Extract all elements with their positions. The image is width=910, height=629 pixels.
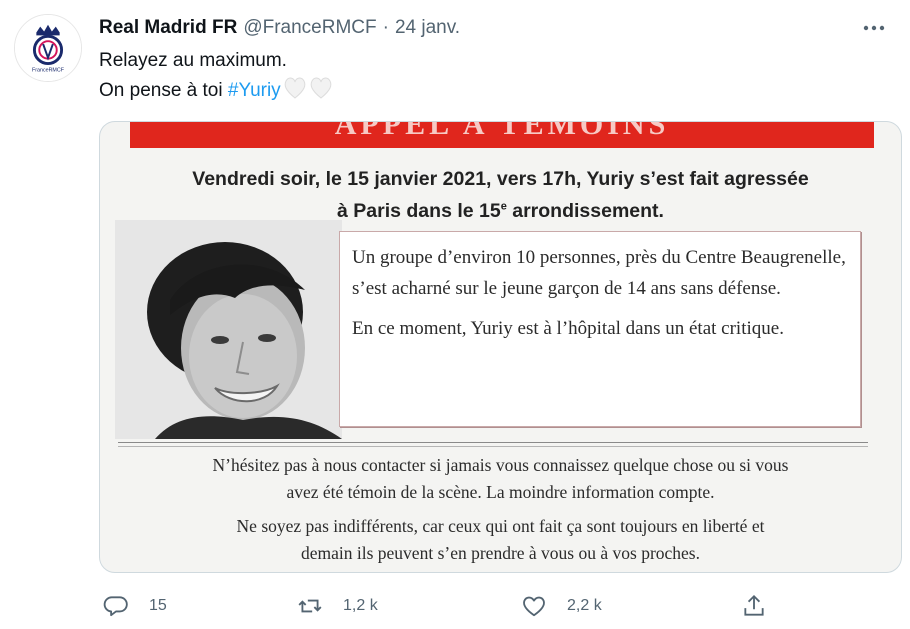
headline-line-2-a: à Paris dans le 15 (337, 200, 501, 222)
avatar[interactable]: FranceRMCF (14, 14, 82, 82)
headline-line-1: Vendredi soir, le 15 janvier 2021, vers … (192, 168, 809, 190)
reply-button[interactable]: 15 (103, 588, 167, 624)
info-paragraph-2: En ce moment, Yuriy est à l’hôpital dans… (352, 318, 784, 339)
real-madrid-crest-icon: FranceRMCF (15, 15, 81, 81)
info-paragraph-1: Un groupe d’environ 10 personnes, près d… (352, 247, 846, 299)
retweet-icon (297, 593, 323, 619)
red-banner: APPEL À TÉMOINS (130, 122, 874, 148)
footer-paragraph-1: N’hésitez pas à nous contacter si jamais… (100, 452, 901, 506)
author-name[interactable]: Real Madrid FR (99, 17, 237, 39)
separator-dot: · (382, 17, 389, 38)
media-image[interactable]: APPEL À TÉMOINS Vendredi soir, le 15 jan… (99, 121, 902, 573)
tweet-text-line-1: Relayez au maximum. (99, 50, 287, 71)
reply-icon (103, 593, 129, 619)
tweet-text: Relayez au maximum. On pense à toi #Yuri… (99, 46, 335, 110)
hashtag-link[interactable]: #Yuriy (228, 80, 281, 101)
portrait-photo (115, 220, 342, 439)
white-heart-icon (283, 76, 335, 110)
tweet-header: Real Madrid FR @FranceRMCF · 24 janv. (99, 14, 896, 42)
info-box: Un groupe d’environ 10 personnes, près d… (339, 231, 861, 427)
tweet-text-prefix: On pense à toi (99, 80, 228, 101)
headline-line-2-b: arrondissement. (506, 200, 664, 222)
footer-p1-line-1: N’hésitez pas à nous contacter si jamais… (212, 455, 789, 475)
tweet-date[interactable]: 24 janv. (395, 17, 460, 39)
tweet-text-line-2: On pense à toi #Yuriy (99, 76, 335, 110)
divider (118, 446, 868, 447)
like-count: 2,2 k (567, 597, 602, 614)
avatar-caption: FranceRMCF (32, 67, 65, 73)
ellipsis-icon[interactable] (860, 18, 888, 38)
share-button[interactable] (741, 588, 767, 624)
banner-text: APPEL À TÉMOINS (334, 122, 670, 141)
share-icon (741, 593, 767, 619)
author-handle[interactable]: @FranceRMCF (243, 17, 376, 39)
like-icon (521, 593, 547, 619)
tweet-actions: 15 1,2 k 2,2 k (99, 588, 789, 624)
footer-paragraph-2: Ne soyez pas indifférents, car ceux qui … (100, 513, 901, 567)
footer-p1-line-2: avez été témoin de la scène. La moindre … (286, 482, 715, 502)
reply-count: 15 (149, 597, 167, 614)
retweet-count: 1,2 k (343, 597, 378, 614)
like-button[interactable]: 2,2 k (521, 588, 602, 624)
divider (118, 442, 868, 443)
footer-p2-line-2: demain ils peuvent s’en prendre à vous o… (301, 543, 700, 563)
tweet: FranceRMCF Real Madrid FR @FranceRMCF · … (0, 0, 910, 629)
retweet-button[interactable]: 1,2 k (297, 588, 378, 624)
footer-p2-line-1: Ne soyez pas indifférents, car ceux qui … (236, 516, 765, 536)
